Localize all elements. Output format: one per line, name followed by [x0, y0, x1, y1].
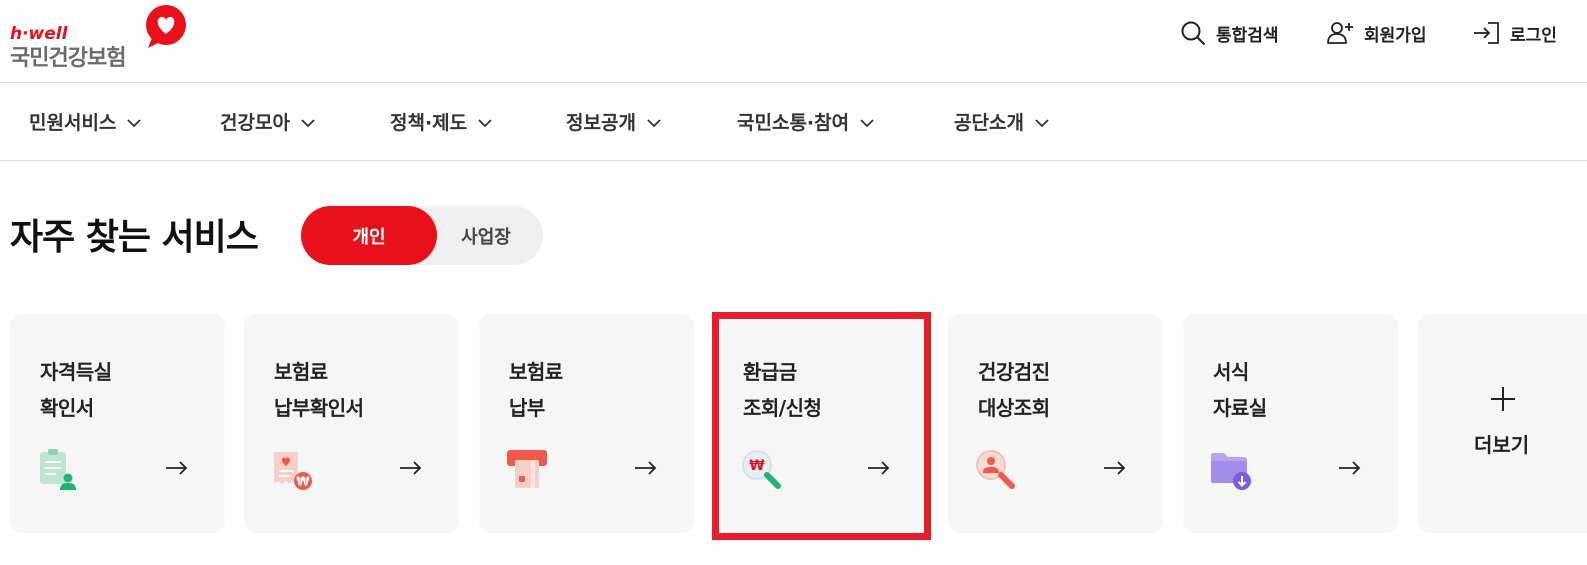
- login-label: 로그인: [1510, 25, 1557, 46]
- refund-search-icon: ₩: [742, 450, 781, 489]
- join-label: 회원가입: [1364, 25, 1427, 46]
- arrow-right-icon: [400, 461, 422, 475]
- gnb-item-about[interactable]: 공단소개: [954, 108, 1050, 135]
- plus-icon: [1491, 387, 1515, 411]
- search-icon: [1181, 21, 1205, 45]
- gnb-item-civil-service[interactable]: 민원서비스: [29, 108, 142, 135]
- card-label-line1: 건강검진: [978, 360, 1050, 384]
- gnb-item-info-disclosure[interactable]: 정보공개: [566, 108, 662, 135]
- arrow-right-icon: [635, 461, 657, 475]
- card-label-line2: 납부: [509, 396, 545, 420]
- main-navigation: 민원서비스 건강모아 정책·제도 정보공개 국민소통·참여 공단소개: [0, 84, 1587, 161]
- service-card-refund[interactable]: 환급금 조회/신청 ₩: [712, 312, 931, 540]
- card-label-line1: 보험료: [509, 360, 563, 384]
- gnb-item-label: 건강모아: [220, 112, 290, 134]
- more-label: 더보기: [1474, 433, 1530, 457]
- service-card-health-checkup[interactable]: 건강검진 대상조회: [948, 314, 1163, 533]
- section-title: 자주 찾는 서비스: [10, 217, 259, 258]
- card-label: 서식 자료실: [1213, 354, 1267, 426]
- service-card-forms-library[interactable]: 서식 자료실: [1183, 314, 1398, 533]
- login-icon: [1474, 22, 1499, 44]
- arrow-right-icon: [868, 461, 890, 475]
- gnb-item-label: 민원서비스: [29, 112, 117, 134]
- svg-text:₩: ₩: [296, 475, 310, 489]
- toggle-individual-button[interactable]: 개인: [301, 206, 437, 265]
- integrated-search-button[interactable]: 통합검색: [1180, 18, 1279, 48]
- chevron-down-icon: [301, 118, 315, 127]
- login-button[interactable]: 로그인: [1472, 18, 1557, 48]
- gnb-item-label: 정책·제도: [390, 112, 468, 134]
- chevron-down-icon: [647, 118, 661, 127]
- join-button[interactable]: 회원가입: [1326, 18, 1427, 48]
- card-label: 자격득실 확인서: [40, 354, 112, 426]
- svg-text:₩: ₩: [749, 458, 765, 474]
- card-payment-icon: [507, 450, 547, 488]
- toggle-business-button[interactable]: 사업장: [437, 206, 543, 265]
- card-label: 보험료 납부: [509, 354, 563, 426]
- gnb-item-policy[interactable]: 정책·제도: [390, 108, 493, 135]
- chevron-down-icon: [1035, 118, 1049, 127]
- service-card-qualification[interactable]: 자격득실 확인서: [10, 314, 225, 533]
- nhis-logo[interactable]: h·well 국민건강보험: [10, 4, 200, 71]
- card-label: 건강검진 대상조회: [978, 354, 1050, 426]
- integrated-search-label: 통합검색: [1216, 25, 1279, 46]
- card-label-line1: 자격득실: [40, 360, 112, 384]
- arrow-right-icon: [1339, 461, 1361, 475]
- gnb-item-label: 국민소통·참여: [737, 112, 850, 134]
- card-label-line2: 자료실: [1213, 396, 1267, 420]
- service-card-premium-certificate[interactable]: 보험료 납부확인서 ₩: [244, 314, 459, 533]
- card-label-line2: 확인서: [40, 396, 94, 420]
- chevron-down-icon: [127, 118, 142, 127]
- card-label-line1: 보험료: [274, 360, 328, 384]
- gnb-item-communication[interactable]: 국민소통·참여: [737, 108, 875, 135]
- receipt-won-icon: ₩: [274, 452, 312, 490]
- gnb-item-label: 정보공개: [566, 112, 636, 134]
- card-label-line2: 납부확인서: [274, 396, 364, 420]
- site-header: h·well 국민건강보험 통합검색 회원가입 로그인: [0, 0, 1587, 83]
- card-label-line1: 환급금: [743, 360, 797, 384]
- certificate-person-icon: [40, 449, 76, 490]
- gnb-item-label: 공단소개: [954, 112, 1024, 134]
- card-label-line1: 서식: [1213, 360, 1249, 384]
- card-label: 보험료 납부확인서: [274, 354, 364, 426]
- user-add-icon: [1327, 22, 1353, 44]
- audience-toggle: 개인 사업장: [301, 206, 543, 265]
- more-services-button[interactable]: 더보기: [1418, 314, 1587, 533]
- chevron-down-icon: [860, 118, 874, 127]
- person-search-icon: [976, 450, 1015, 489]
- card-label-line2: 조회/신청: [743, 396, 822, 420]
- card-label: 환급금 조회/신청: [743, 354, 822, 426]
- service-card-premium-payment[interactable]: 보험료 납부: [479, 314, 694, 533]
- card-label-line2: 대상조회: [978, 396, 1050, 420]
- logo-name-text: 국민건강보험: [10, 46, 126, 71]
- chevron-down-icon: [478, 118, 492, 127]
- arrow-right-icon: [1104, 461, 1126, 475]
- folder-download-icon: [1211, 453, 1251, 490]
- arrow-right-icon: [166, 461, 188, 475]
- gnb-item-health[interactable]: 건강모아: [220, 108, 316, 135]
- heart-bubble-icon: [146, 5, 186, 48]
